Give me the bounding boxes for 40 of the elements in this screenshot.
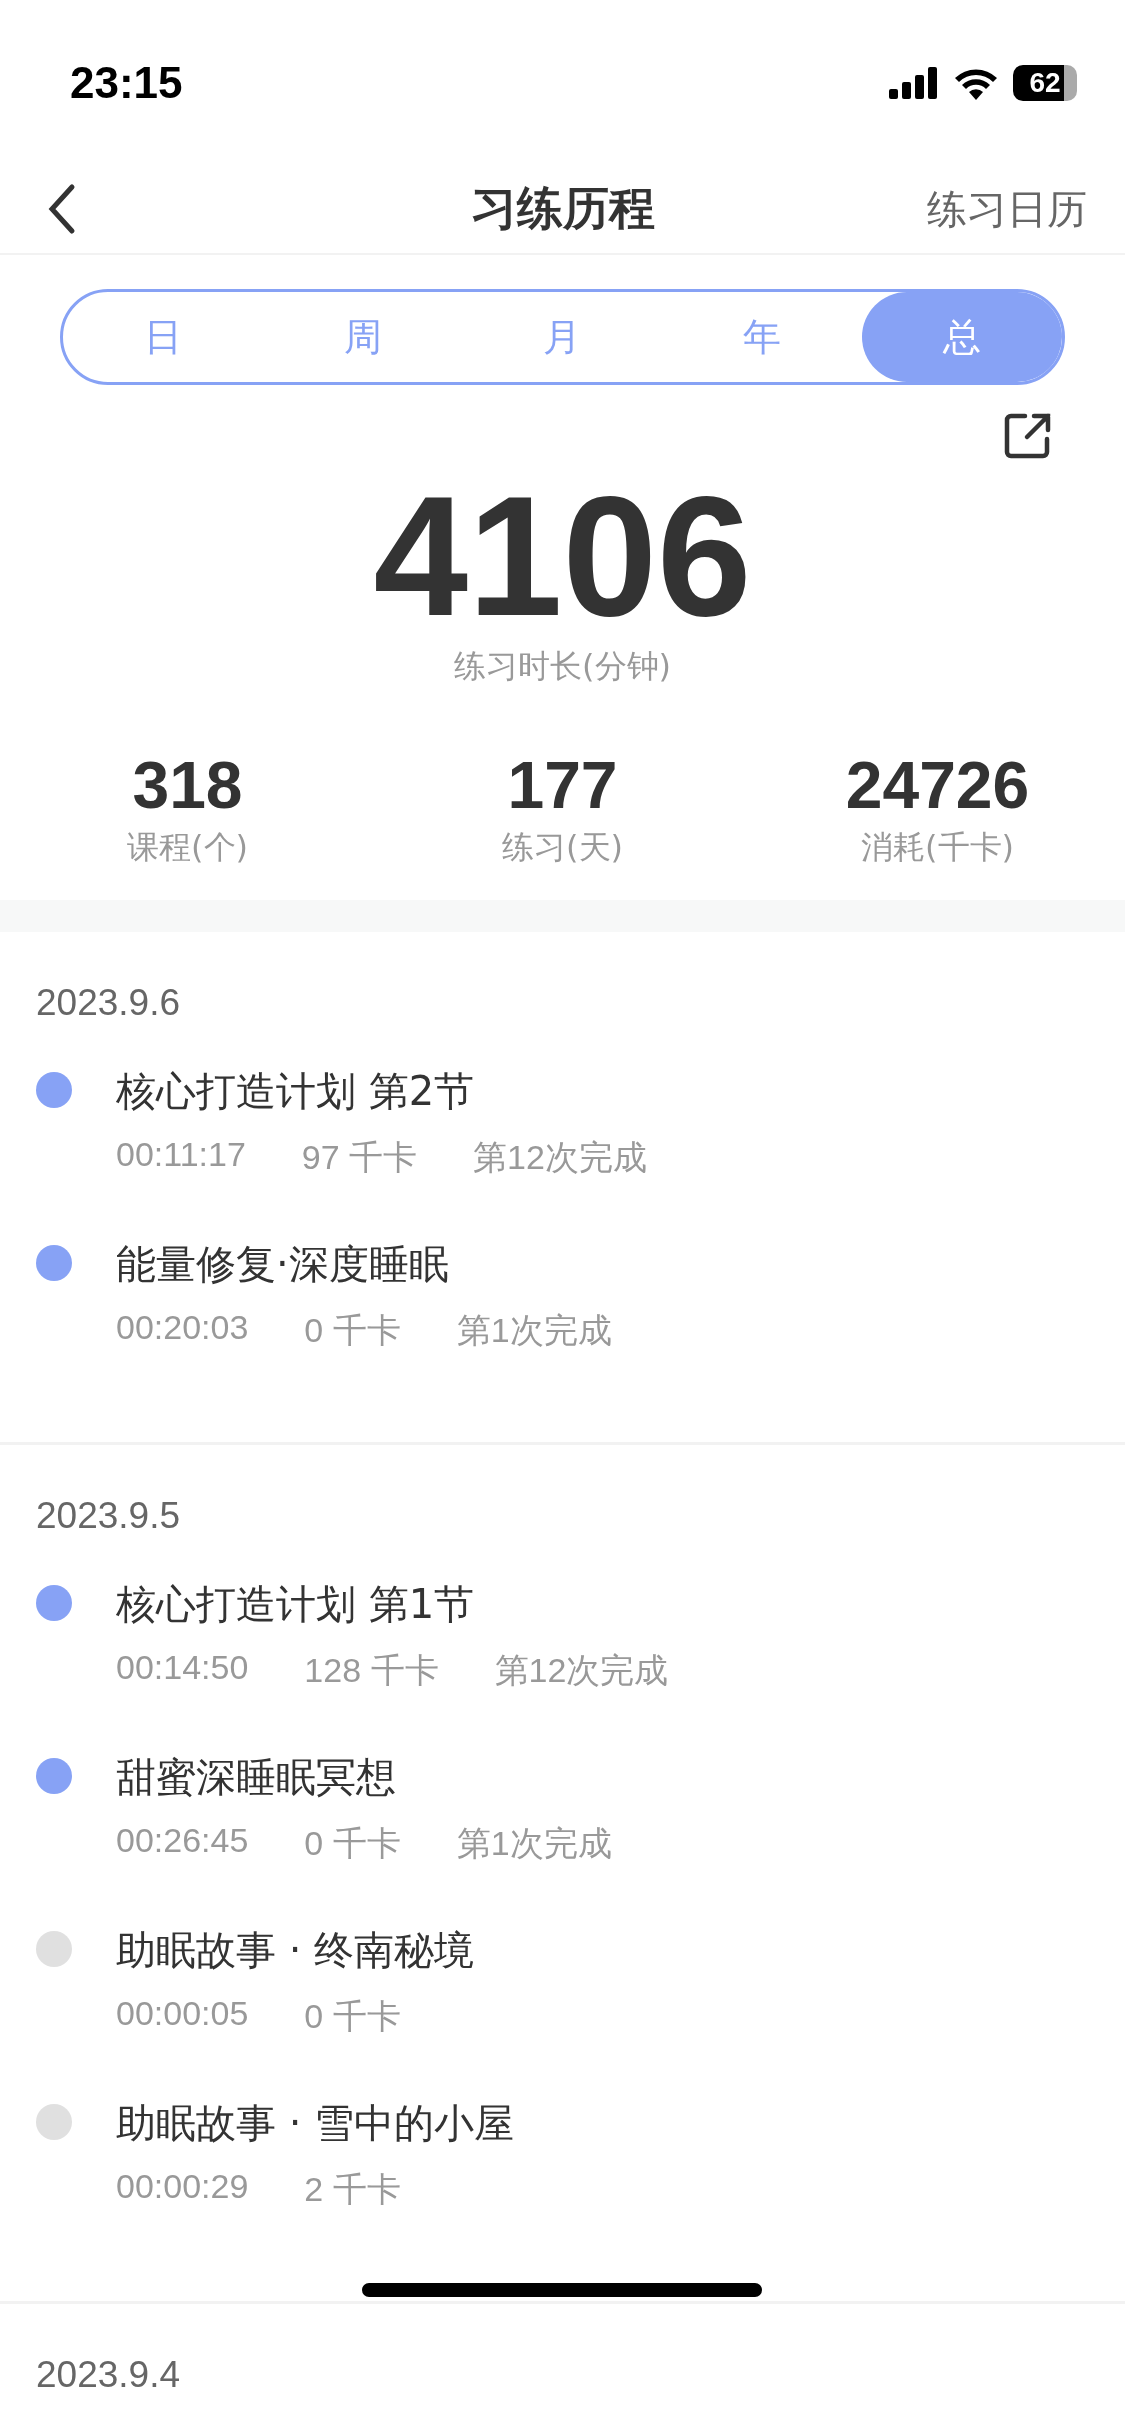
session-completion: 第1次完成 (456, 1822, 612, 1864)
stat-value: 318 (132, 749, 243, 822)
session-title[interactable]: 甜蜜深睡眠冥想 (116, 1749, 612, 1805)
calendar-link[interactable]: 练习日历 (927, 181, 1087, 237)
session-completion: 第1次完成 (456, 1309, 612, 1351)
stat-value: 177 (507, 749, 618, 822)
session-title[interactable]: 能量修复·深度睡眠 (116, 1236, 612, 1292)
session-duration: 00:11:17 (116, 1134, 246, 1175)
share-icon[interactable] (1003, 411, 1053, 461)
session-duration: 00:14:50 (116, 1647, 249, 1688)
session-title[interactable]: 核心打造计划 第1节 (116, 1576, 669, 1632)
total-minutes-label: 练习时长(分钟) (454, 646, 671, 687)
stat-value: 24726 (845, 749, 1030, 822)
session-duration: 00:00:05 (116, 1993, 249, 2034)
total-minutes: 4106 (373, 471, 752, 641)
session-calories: 0 千卡 (304, 1309, 401, 1351)
date-heading: 2023.9.4 (36, 2353, 181, 2396)
session-completion: 第12次完成 (473, 1136, 647, 1178)
session-completion: 第12次完成 (494, 1649, 669, 1691)
session-calories: 0 千卡 (304, 1995, 401, 2037)
session-duration: 00:20:03 (116, 1307, 249, 1348)
date-heading: 2023.9.5 (36, 1494, 181, 1537)
session-calories: 128 千卡 (304, 1649, 439, 1691)
session-title[interactable]: 助眠故事 · 雪中的小屋 (116, 2095, 515, 2151)
battery-icon: 62 (1013, 64, 1077, 101)
session-title[interactable]: 核心打造计划 第2节 (116, 1063, 647, 1119)
session-duration: 00:26:45 (116, 1820, 249, 1861)
session-title[interactable]: 助眠故事 · 终南秘境 (116, 1922, 475, 1978)
session-duration: 00:00:29 (116, 2166, 249, 2207)
date-heading: 2023.9.6 (36, 981, 181, 1024)
status-time: 23:15 (70, 57, 183, 108)
page-title: 习练历程 (470, 180, 655, 237)
session-calories: 0 千卡 (304, 1822, 401, 1864)
stat-label: 练习(天) (502, 826, 623, 868)
session-calories: 2 千卡 (304, 2168, 401, 2210)
session-calories: 97 千卡 (301, 1136, 418, 1178)
stat-label: 课程(个) (127, 826, 248, 868)
back-icon[interactable] (46, 183, 76, 235)
signal-icon (889, 66, 939, 99)
stat-label: 消耗(千卡) (861, 826, 1014, 868)
